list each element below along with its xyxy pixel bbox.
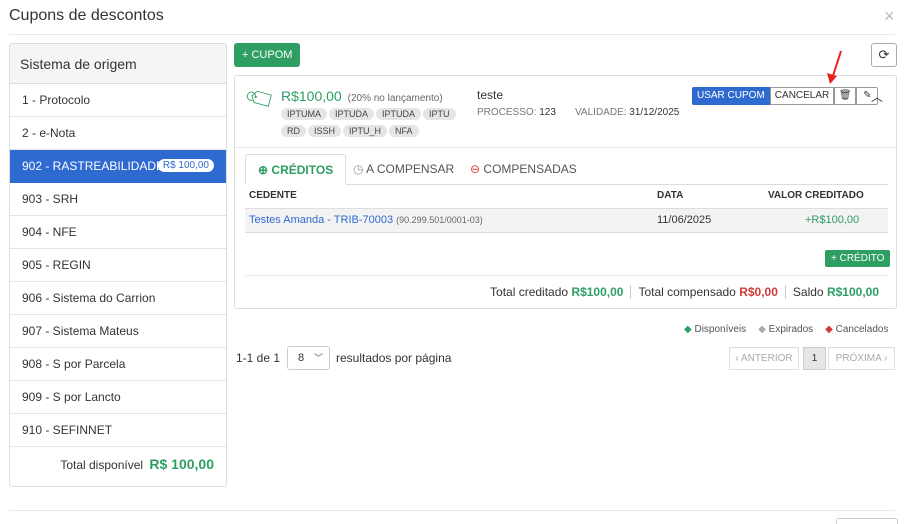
sidebar-item-srh[interactable]: 903 - SRH: [10, 183, 226, 216]
sidebar-item-sistema-mateus[interactable]: 907 - Sistema Mateus: [10, 315, 226, 348]
sidebar-item-protocolo[interactable]: 1 - Protocolo: [10, 84, 226, 117]
modal-title: Cupons de descontos: [9, 7, 164, 24]
per-page-label: resultados por página: [336, 351, 452, 365]
cedente-document: (90.299.501/0001-03): [396, 215, 483, 225]
tag-pill: IPTUDA: [376, 108, 422, 120]
use-coupon-button[interactable]: USAR CUPOM: [692, 87, 770, 105]
annotation-arrow-icon: [827, 50, 842, 84]
add-coupon-button[interactable]: + CUPOM: [234, 43, 301, 67]
tag-pill: IPTUDA: [329, 108, 375, 120]
bottom-divider: [9, 510, 895, 511]
balance-badge: R$ 100,00: [157, 159, 214, 172]
tag-pill: ISSH: [308, 125, 342, 137]
coupon-tags: IPTUMA IPTUDA IPTUDA IPTU RD ISSH IPTU_H NFA: [281, 106, 471, 140]
refresh-icon: ⟳: [878, 47, 890, 62]
tab-a-compensar[interactable]: ◷ A COMPENSAR: [341, 154, 466, 185]
credit-value-cell: +R$100,00: [805, 214, 860, 226]
coupon-name: teste: [477, 88, 504, 102]
minus-circle-icon: ⊖: [470, 162, 481, 176]
ticket-icon: 🏷: [242, 80, 280, 117]
column-header-valor: VALOR CREDITADO: [768, 190, 864, 201]
sidebar-header: Sistema de origem: [10, 44, 226, 84]
column-header-cedente: CEDENTE: [249, 190, 297, 201]
coupon-note: (20% no lançamento): [347, 93, 443, 104]
sidebar-item-s-por-lancto[interactable]: 909 - S por Lancto: [10, 381, 226, 414]
tab-compensadas[interactable]: ⊖ COMPENSADAS: [458, 154, 589, 185]
cancel-coupon-button[interactable]: CANCELAR: [769, 87, 835, 105]
sidebar-item-sefinnet[interactable]: 910 - SEFINNET: [10, 414, 226, 447]
red-tag-icon: ◆: [825, 324, 833, 335]
tag-pill: IPTU: [423, 108, 456, 120]
status-legend: ◆ Disponíveis ◆ Expirados ◆ Cancelados: [684, 324, 888, 335]
panel-divider: [235, 147, 896, 148]
tag-pill: IPTUMA: [281, 108, 328, 120]
page-number[interactable]: 1: [803, 347, 826, 370]
delete-button[interactable]: 🗑: [834, 87, 857, 105]
chevron-down-icon: ﹀: [313, 353, 323, 363]
add-credit-button[interactable]: + CRÉDITO: [825, 250, 891, 267]
sidebar-item-regin[interactable]: 905 - REGIN: [10, 249, 226, 282]
plus-circle-icon: ⊕: [258, 163, 269, 177]
legend-cancelados: ◆ Cancelados: [825, 324, 889, 335]
chevron-up-icon[interactable]: ︿: [871, 88, 883, 105]
cedente-link[interactable]: Testes Amanda - TRIB-70003: [249, 214, 393, 226]
saldo: Saldo R$100,00: [784, 285, 886, 299]
legend-expirados: ◆ Expirados: [758, 324, 814, 335]
sidebar-item-e-nota[interactable]: 2 - e-Nota: [10, 117, 226, 150]
next-page-button[interactable]: PRÓXIMA ›: [828, 347, 895, 370]
cedente-cell: Testes Amanda - TRIB-70003 (90.299.501/0…: [249, 214, 483, 226]
coupon-actions: USAR CUPOM CANCELAR 🗑 ✎: [692, 87, 879, 105]
close-icon[interactable]: ×: [884, 7, 895, 25]
coupon-amount: R$100,00 (20% no lançamento): [281, 88, 443, 104]
title-divider: [9, 34, 895, 35]
sidebar-item-sistema-do-carrion[interactable]: 906 - Sistema do Carrion: [10, 282, 226, 315]
total-available: Total disponível R$ 100,00: [60, 456, 214, 472]
total-creditado: Total creditado R$100,00: [490, 285, 624, 299]
total-compensado: Total compensado R$0,00: [630, 285, 784, 299]
tag-pill: IPTU_H: [343, 125, 388, 137]
column-header-data: DATA: [657, 190, 684, 201]
source-system-list: Sistema de origem 1 - Protocolo 2 - e-No…: [9, 43, 227, 487]
coupon-tabs: ⊕ CRÉDITOS ◷ A COMPENSAR ⊖ COMPENSADAS: [245, 154, 888, 185]
sidebar-item-s-por-parcela[interactable]: 908 - S por Parcela: [10, 348, 226, 381]
tag-pill: RD: [281, 125, 306, 137]
coupon-card: 🏷 R$100,00 (20% no lançamento) IPTUMA IPT…: [234, 75, 897, 309]
total-available-value: R$ 100,00: [149, 456, 214, 472]
footer-divider: [245, 275, 888, 276]
trash-icon: 🗑: [838, 90, 852, 101]
date-cell: 11/06/2025: [657, 214, 712, 226]
green-tag-icon: ◆: [684, 324, 692, 335]
previous-page-button[interactable]: ‹ ANTERIOR: [729, 347, 799, 370]
coupon-totals: Total creditado R$100,00 Total compensad…: [483, 285, 886, 299]
tab-creditos[interactable]: ⊕ CRÉDITOS: [245, 154, 347, 185]
validity-info: VALIDADE: 31/12/2025: [575, 107, 680, 118]
per-page-select[interactable]: 8 ﹀: [287, 346, 330, 370]
tag-pill: NFA: [389, 125, 419, 137]
sidebar-item-rastreabilidade[interactable]: 902 - RASTREABILIDADE R$ 100,00: [10, 150, 226, 183]
legend-disponiveis: ◆ Disponíveis: [684, 324, 747, 335]
process-info: PROCESSO: 123: [477, 107, 556, 118]
clock-icon: ◷: [353, 162, 364, 176]
results-range: 1-1 de 1: [236, 351, 281, 365]
sidebar-item-nfe[interactable]: 904 - NFE: [10, 216, 226, 249]
refresh-button[interactable]: ⟳: [871, 43, 897, 67]
gray-tag-icon: ◆: [758, 324, 766, 335]
footer-button[interactable]: [836, 518, 898, 524]
